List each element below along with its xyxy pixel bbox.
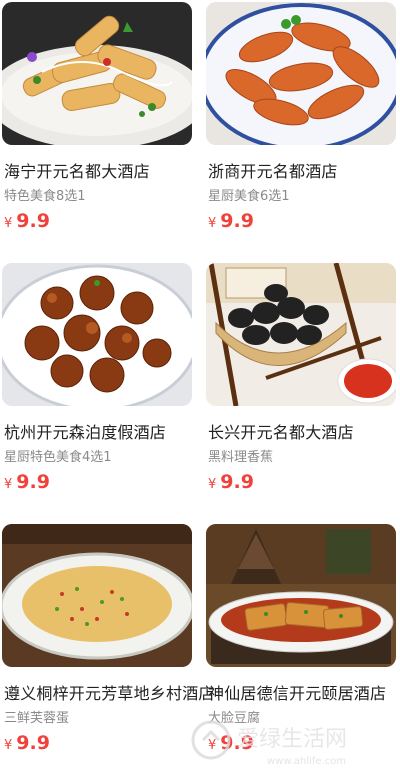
price-value: 9.9	[220, 732, 254, 754]
product-name[interactable]: 浙商开元名都酒店	[208, 158, 400, 182]
product-subtitle: 星厨美食6选1	[208, 189, 290, 204]
price-value: 9.9	[16, 732, 50, 754]
product-subtitle: 特色美食8选1	[4, 189, 86, 204]
product-name[interactable]: 杭州开元森泊度假酒店	[4, 419, 198, 443]
product-subtitle: 星厨特色美食4选1	[4, 450, 112, 465]
fried-tofu-skin-rolls-image[interactable]	[2, 2, 192, 145]
product-subtitle: 三鲜芙蓉蛋	[4, 711, 70, 726]
product-name[interactable]: 海宁开元名都大酒店	[4, 158, 198, 182]
currency-symbol: ¥	[4, 216, 13, 231]
steamed-egg-custard-image[interactable]	[2, 524, 192, 667]
product-name[interactable]: 长兴开元名都大酒店	[208, 419, 400, 443]
product-price: ¥9.9	[208, 471, 254, 493]
price-value: 9.9	[220, 471, 254, 493]
braised-tofu-image[interactable]	[206, 524, 396, 667]
sweet-sour-pork-image[interactable]	[2, 263, 192, 406]
product-grid: 海宁开元名都大酒店 特色美食8选1 ¥9.9 浙商开元名都酒店 星厨美食6选1 …	[0, 0, 400, 772]
product-subtitle: 大脸豆腐	[208, 711, 261, 726]
price-value: 9.9	[220, 210, 254, 232]
product-price: ¥9.9	[4, 210, 50, 232]
product-name[interactable]: 神仙居德信开元颐居酒店	[208, 680, 400, 704]
product-price: ¥9.9	[208, 732, 254, 754]
currency-symbol: ¥	[4, 738, 13, 753]
product-subtitle: 黑料理香蕉	[208, 450, 274, 465]
black-banana-basket-image[interactable]	[206, 263, 396, 406]
currency-symbol: ¥	[208, 477, 217, 492]
product-name[interactable]: 遵义桐梓开元芳草地乡村酒店	[4, 680, 214, 704]
currency-symbol: ¥	[208, 216, 217, 231]
product-price: ¥9.9	[208, 210, 254, 232]
product-price: ¥9.9	[4, 471, 50, 493]
price-value: 9.9	[16, 471, 50, 493]
currency-symbol: ¥	[208, 738, 217, 753]
product-price: ¥9.9	[4, 732, 50, 754]
price-value: 9.9	[16, 210, 50, 232]
currency-symbol: ¥	[4, 477, 13, 492]
braised-shrimp-image[interactable]	[206, 2, 396, 145]
